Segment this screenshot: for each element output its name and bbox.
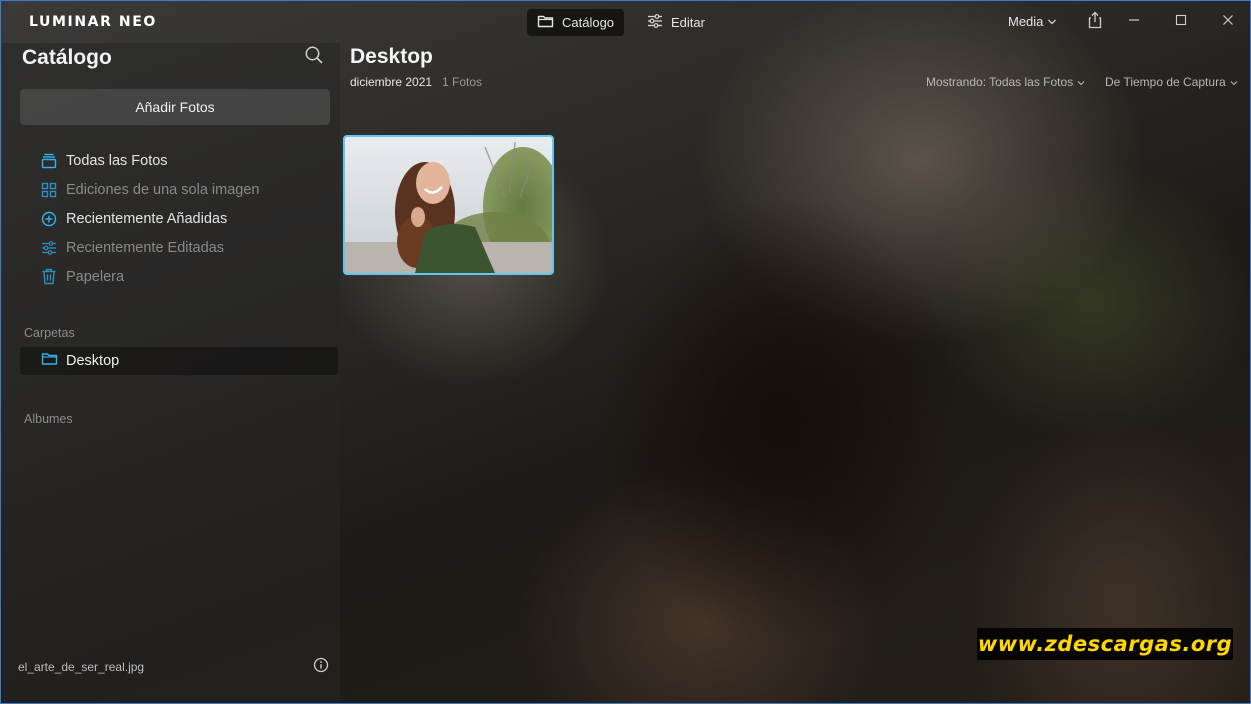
plus-circle-icon <box>40 210 57 227</box>
grid-icon <box>40 181 57 198</box>
photo-count: 1 Fotos <box>442 75 483 89</box>
sort-dropdown-label: De Tiempo de Captura <box>1105 75 1226 89</box>
date-group-label: diciembre 2021 <box>350 75 433 89</box>
tab-edit[interactable]: Editar <box>637 9 715 36</box>
tab-catalog-label: Catálogo <box>562 15 615 30</box>
maximize-button[interactable] <box>1169 11 1193 33</box>
close-button[interactable] <box>1216 11 1240 33</box>
luminar-neo-window: LUMINAR NEO Catálogo Editar Media Catálo… <box>0 0 1251 704</box>
photo-thumbnail-image <box>345 137 552 273</box>
nav-item-all-photos[interactable]: Todas las Fotos <box>40 146 259 175</box>
nav-item-label: Recientemente Añadidas <box>66 210 228 227</box>
nav-item-trash[interactable]: Papelera <box>40 262 259 291</box>
nav-item-recently-edited[interactable]: Recientemente Editadas <box>40 233 259 262</box>
selected-file-name: el_arte_de_ser_real.jpg <box>18 660 145 674</box>
catalog-nav: Todas las Fotos Ediciones de una sola im… <box>40 146 259 291</box>
chevron-down-icon <box>1047 14 1057 29</box>
photo-thumbnail[interactable] <box>343 135 554 275</box>
minimize-icon <box>1128 13 1140 31</box>
minimize-button[interactable] <box>1122 11 1146 33</box>
nav-item-label: Recientemente Editadas <box>66 239 224 256</box>
close-icon <box>1222 13 1234 31</box>
sidebar: Catálogo Añadir Fotos Todas las Fotos Ed… <box>2 43 340 703</box>
trash-icon <box>40 268 57 285</box>
sliders-icon <box>40 239 57 256</box>
chevron-down-icon <box>1077 75 1085 89</box>
search-icon <box>304 46 324 69</box>
folder-icon <box>41 352 58 370</box>
nav-item-single-edits[interactable]: Ediciones de una sola imagen <box>40 175 259 204</box>
folders-heading: Carpetas <box>24 326 75 340</box>
media-menu[interactable]: Media <box>1008 14 1057 29</box>
media-menu-label: Media <box>1008 14 1044 29</box>
tab-catalog[interactable]: Catálogo <box>527 9 625 36</box>
maximize-icon <box>1175 13 1187 31</box>
nav-item-label: Papelera <box>66 268 125 285</box>
app-logo: LUMINAR NEO <box>29 14 157 30</box>
nav-item-label: Ediciones de una sola imagen <box>66 181 260 198</box>
info-icon <box>313 657 329 677</box>
folder-item-desktop[interactable]: Desktop <box>20 347 338 375</box>
watermark-text: www.zdescargas.org <box>977 628 1233 660</box>
folder-item-label: Desktop <box>66 353 120 369</box>
filter-dropdown[interactable]: Mostrando: Todas las Fotos <box>926 75 1085 89</box>
folder-title: Desktop <box>350 45 433 68</box>
share-icon <box>1087 11 1103 34</box>
nav-item-recently-added[interactable]: Recientemente Añadidas <box>40 204 259 233</box>
sliders-icon <box>647 14 663 31</box>
filter-dropdown-label: Mostrando: Todas las Fotos <box>926 75 1074 89</box>
sort-dropdown[interactable]: De Tiempo de Captura <box>1105 75 1238 89</box>
share-button[interactable] <box>1083 11 1107 33</box>
chevron-down-icon <box>1230 75 1238 89</box>
sidebar-title: Catálogo <box>22 46 112 69</box>
search-button[interactable] <box>304 45 326 67</box>
info-button[interactable] <box>313 657 329 673</box>
add-photos-button[interactable]: Añadir Fotos <box>20 89 330 125</box>
nav-item-label: Todas las Fotos <box>66 152 168 169</box>
folder-icon <box>537 14 554 31</box>
title-bar: LUMINAR NEO Catálogo Editar Media <box>1 1 1250 43</box>
all-photos-icon <box>40 152 57 169</box>
albums-heading: Albumes <box>24 412 73 426</box>
tab-edit-label: Editar <box>671 15 705 30</box>
